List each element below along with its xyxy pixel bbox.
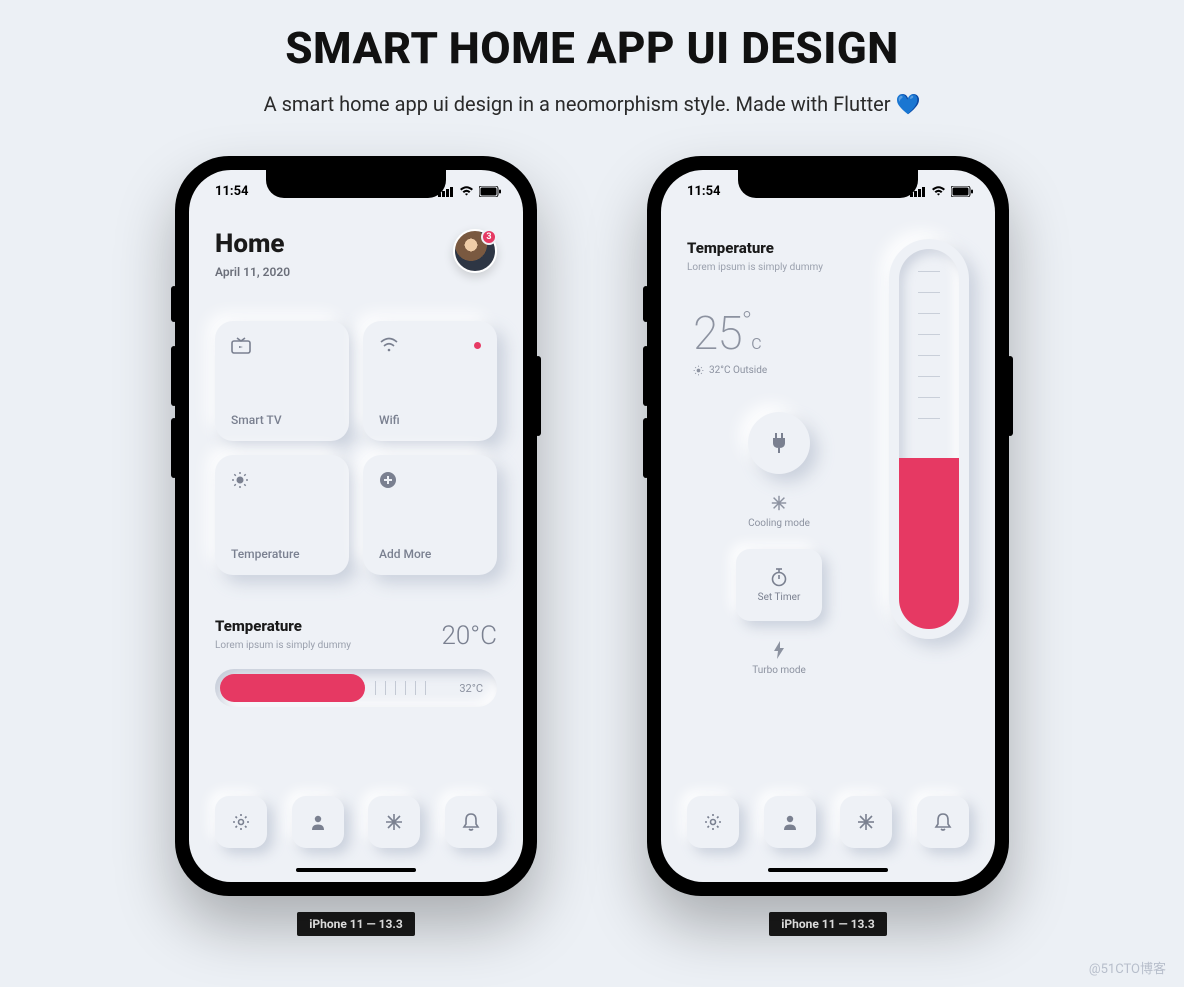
tile-label: Add More <box>379 547 481 561</box>
phone-mockup-home: 11:54 Home April 11, 2020 3 <box>175 156 537 896</box>
page-subtitle: A smart home app ui design in a neomorph… <box>0 74 1184 116</box>
battery-icon <box>951 186 973 197</box>
timer-icon <box>770 567 788 587</box>
home-indicator <box>296 868 416 872</box>
sun-icon <box>693 365 704 376</box>
active-indicator <box>474 342 481 349</box>
status-time: 11:54 <box>687 184 721 199</box>
tv-icon <box>231 337 251 355</box>
home-indicator <box>768 868 888 872</box>
thermometer-slider[interactable] <box>889 239 969 639</box>
turbo-mode[interactable]: Turbo mode <box>752 641 806 676</box>
device-label: iPhone 11 — 13.3 <box>297 912 415 936</box>
person-icon <box>781 813 799 831</box>
plug-icon <box>769 432 789 454</box>
home-date: April 11, 2020 <box>215 265 290 279</box>
nav-profile[interactable] <box>764 796 816 848</box>
plus-icon <box>379 471 397 489</box>
temperature-slider[interactable]: 32°C <box>215 669 497 707</box>
bell-icon <box>462 812 480 832</box>
nav-notifications[interactable] <box>917 796 969 848</box>
tile-add-more[interactable]: Add More <box>363 455 497 575</box>
temperature-title: Temperature <box>215 617 351 635</box>
phone-mockup-temperature: 11:54 Temperature Lorem ipsum is simply … <box>647 156 1009 896</box>
snowflake-icon <box>770 494 788 512</box>
temperature-value: 20°C <box>441 621 497 651</box>
status-time: 11:54 <box>215 184 249 199</box>
snowflake-icon <box>856 812 876 832</box>
cooling-mode[interactable]: Cooling mode <box>748 494 810 529</box>
wifi-icon <box>379 337 399 353</box>
watermark: @51CTO博客 <box>1089 958 1166 977</box>
wifi-icon <box>459 186 474 197</box>
nav-settings[interactable] <box>687 796 739 848</box>
home-title: Home <box>215 229 290 259</box>
temperature-big-value: 25°c <box>693 305 767 361</box>
page-title: SMART HOME APP UI DESIGN <box>0 0 1184 74</box>
notification-badge: 3 <box>481 229 497 245</box>
thermometer-fill <box>899 458 959 629</box>
mode-label: Turbo mode <box>752 665 806 676</box>
tile-label: Smart TV <box>231 413 333 427</box>
device-label: iPhone 11 — 13.3 <box>769 912 887 936</box>
wifi-icon <box>931 186 946 197</box>
nav-notifications[interactable] <box>445 796 497 848</box>
avatar[interactable]: 3 <box>453 229 497 273</box>
outside-temperature: 32°C Outside <box>693 365 767 376</box>
sun-icon <box>231 471 249 489</box>
gear-icon <box>231 812 251 832</box>
person-icon <box>309 813 327 831</box>
gear-icon <box>703 812 723 832</box>
notch <box>738 170 918 198</box>
snowflake-icon <box>384 812 404 832</box>
timer-label: Set Timer <box>758 592 801 603</box>
slider-max: 32°C <box>459 682 483 695</box>
tile-label: Temperature <box>231 547 333 561</box>
notch <box>266 170 446 198</box>
battery-icon <box>479 186 501 197</box>
set-timer-button[interactable]: Set Timer <box>736 549 822 621</box>
nav-settings[interactable] <box>215 796 267 848</box>
tile-label: Wifi <box>379 413 481 427</box>
bolt-icon <box>772 641 786 659</box>
tile-smart-tv[interactable]: Smart TV <box>215 321 349 441</box>
tile-temperature[interactable]: Temperature <box>215 455 349 575</box>
power-button[interactable] <box>748 412 810 474</box>
slider-fill <box>220 674 365 702</box>
temperature-subtitle: Lorem ipsum is simply dummy <box>215 640 351 651</box>
nav-profile[interactable] <box>292 796 344 848</box>
tile-wifi[interactable]: Wifi <box>363 321 497 441</box>
nav-modes[interactable] <box>368 796 420 848</box>
nav-modes[interactable] <box>840 796 892 848</box>
slider-ticks <box>375 681 454 695</box>
mode-label: Cooling mode <box>748 518 810 529</box>
bell-icon <box>934 812 952 832</box>
thermometer-ticks <box>918 271 940 419</box>
